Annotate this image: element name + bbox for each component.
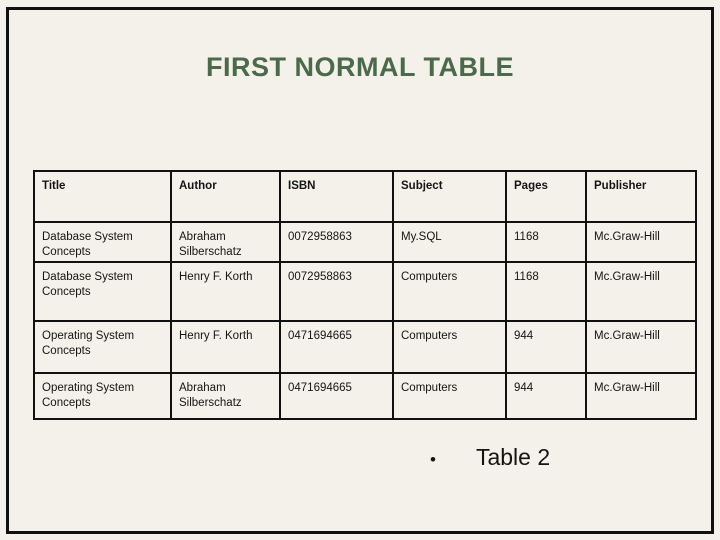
cell-publisher: Mc.Graw-Hill: [585, 221, 697, 263]
slide: FIRST NORMAL TABLE Title Author ISBN Sub…: [0, 0, 720, 540]
cell-isbn: 0471694665: [279, 371, 394, 420]
cell-publisher: Mc.Graw-Hill: [585, 260, 697, 322]
table-row: Database System Concepts Henry F. Korth …: [33, 260, 697, 322]
table-caption-label: Table 2: [475, 444, 551, 470]
cell-subject: Computers: [392, 260, 507, 322]
column-header-author: Author: [170, 170, 281, 223]
cell-subject: Computers: [392, 371, 507, 420]
cell-author: Henry F. Korth: [170, 260, 281, 322]
cell-publisher: Mc.Graw-Hill: [585, 371, 697, 420]
cell-isbn: 0072958863: [279, 221, 394, 263]
page-title: FIRST NORMAL TABLE: [206, 52, 514, 82]
cell-author: Abraham Silberschatz: [170, 371, 281, 420]
column-header-title: Title: [33, 170, 172, 223]
bullet-icon: •: [430, 450, 436, 469]
table-row: Operating System Concepts Abraham Silber…: [33, 371, 697, 420]
column-header-subject: Subject: [392, 170, 507, 223]
table-caption: • Table 2: [430, 444, 550, 471]
cell-isbn: 0471694665: [279, 319, 394, 374]
cell-pages: 1168: [505, 260, 587, 322]
cell-pages: 944: [505, 371, 587, 420]
cell-title: Database System Concepts: [33, 221, 172, 263]
cell-pages: 944: [505, 319, 587, 374]
cell-author: Henry F. Korth: [170, 319, 281, 374]
cell-isbn: 0072958863: [279, 260, 394, 322]
cell-subject: My.SQL: [392, 221, 507, 263]
column-header-isbn: ISBN: [279, 170, 394, 223]
table-row: Operating System Concepts Henry F. Korth…: [33, 319, 697, 374]
column-header-pages: Pages: [505, 170, 587, 223]
first-normal-form-table: Title Author ISBN Subject Pages Publishe…: [33, 170, 697, 420]
cell-pages: 1168: [505, 221, 587, 263]
cell-author: Abraham Silberschatz: [170, 221, 281, 263]
cell-title: Database System Concepts: [33, 260, 172, 322]
table-row: Database System Concepts Abraham Silbers…: [33, 221, 697, 263]
cell-title: Operating System Concepts: [33, 371, 172, 420]
cell-subject: Computers: [392, 319, 507, 374]
table-header-row: Title Author ISBN Subject Pages Publishe…: [33, 170, 697, 223]
cell-publisher: Mc.Graw-Hill: [585, 319, 697, 374]
column-header-publisher: Publisher: [585, 170, 697, 223]
cell-title: Operating System Concepts: [33, 319, 172, 374]
